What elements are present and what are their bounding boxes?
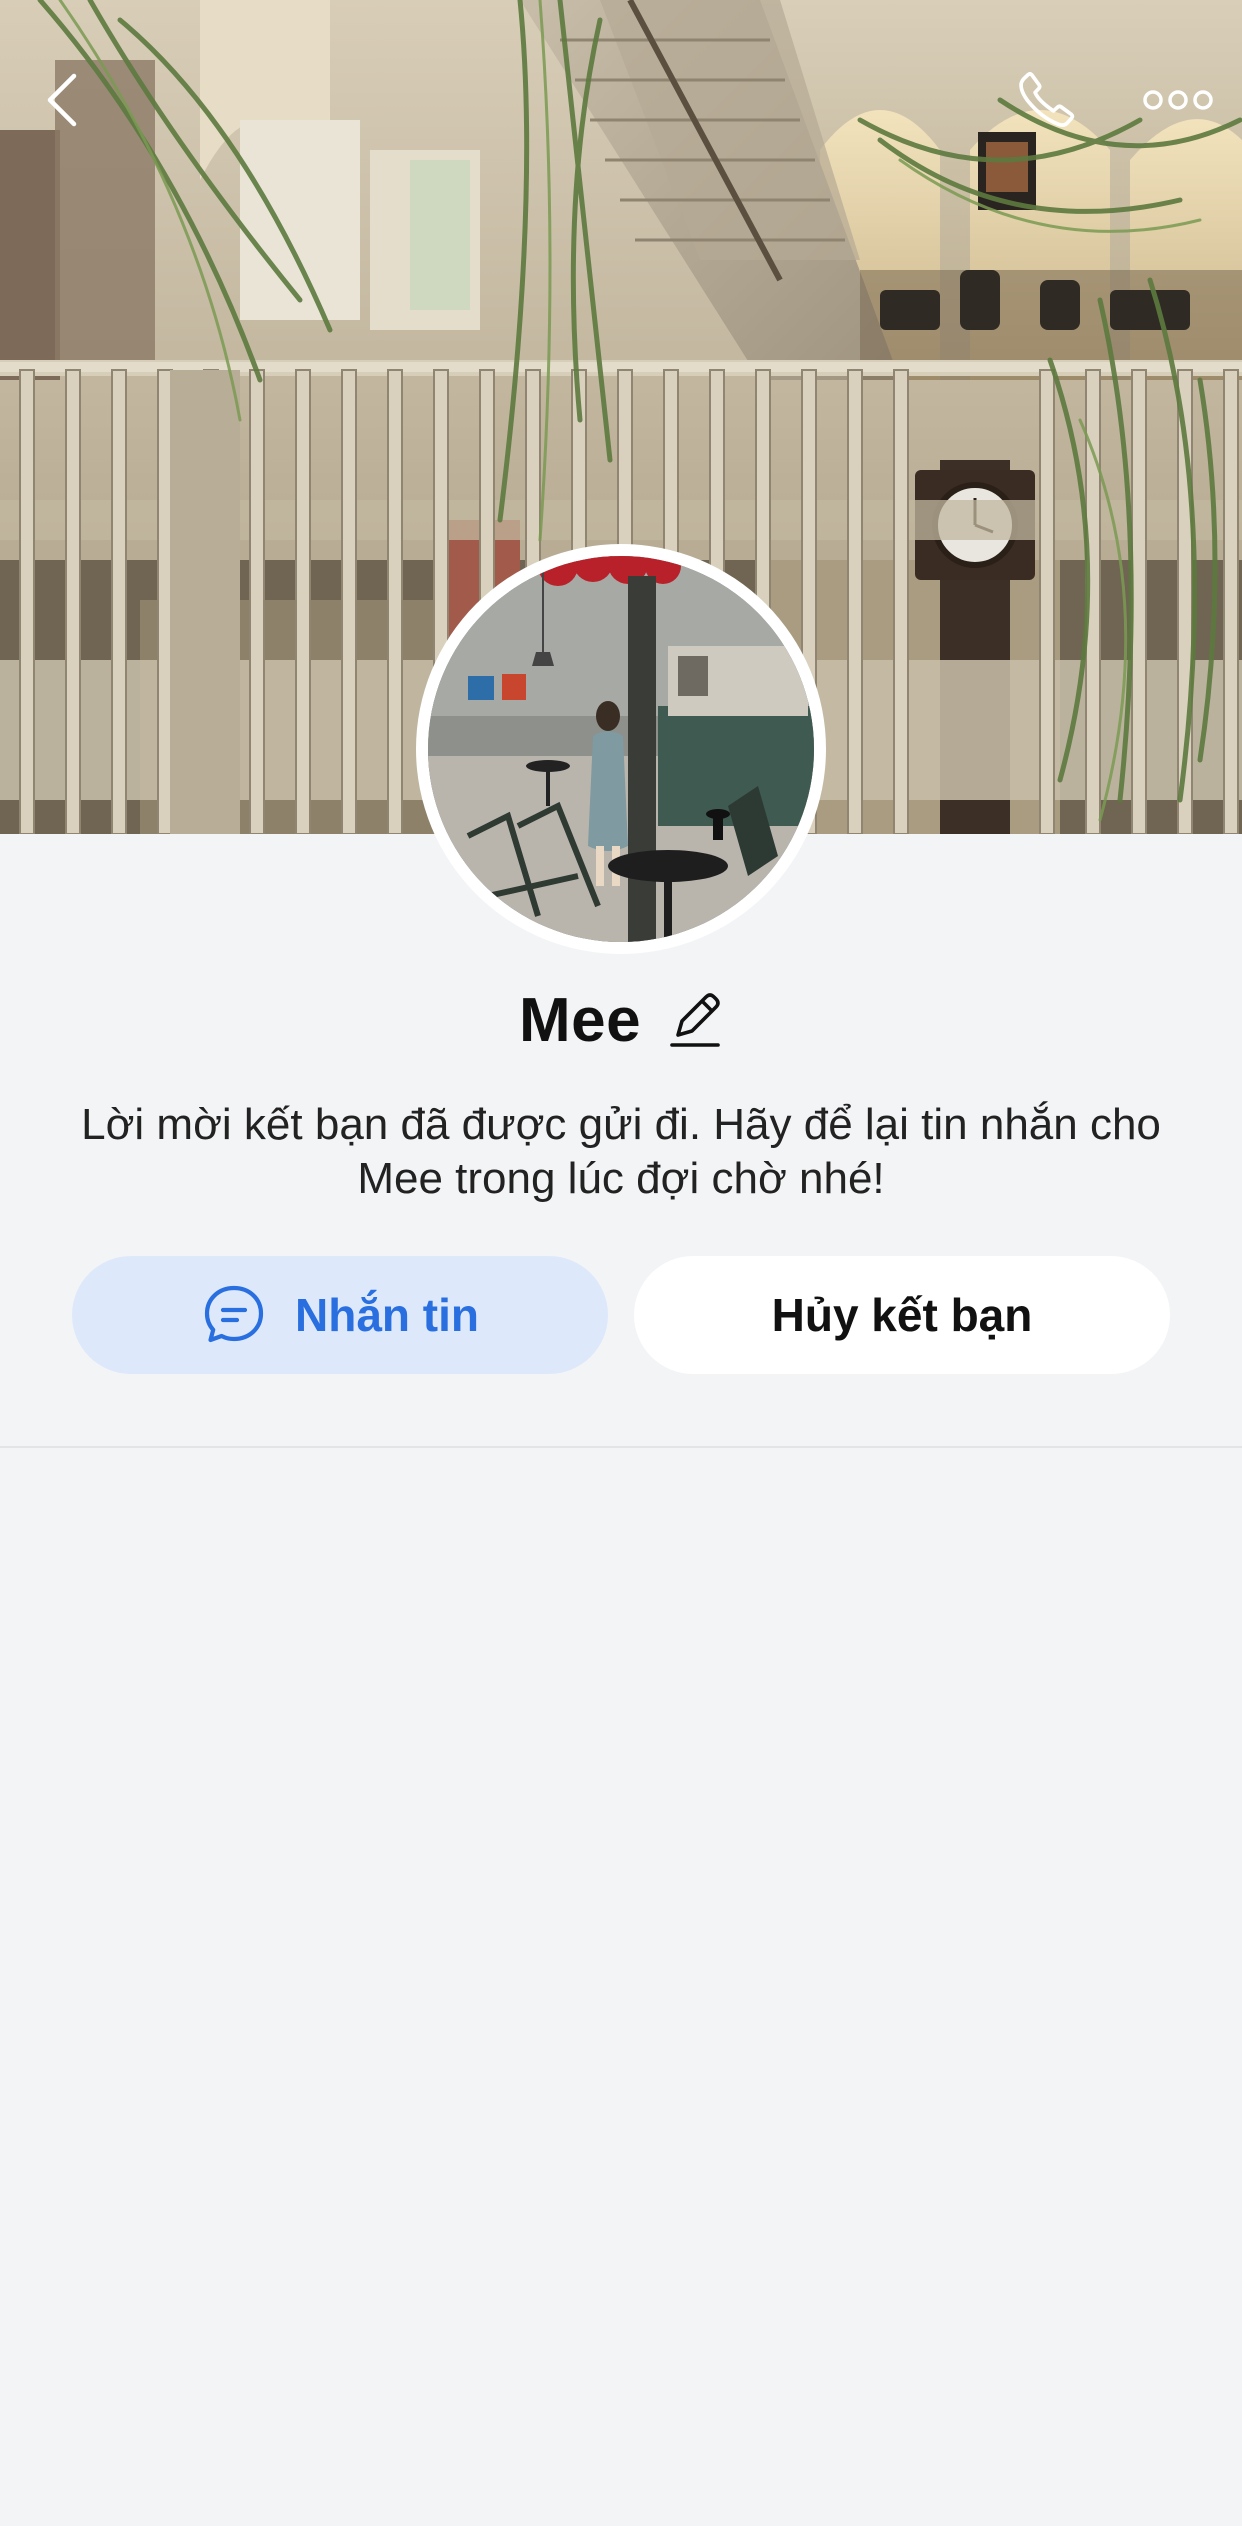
edit-name-button[interactable] (667, 988, 723, 1052)
profile-name-row: Mee (0, 980, 1242, 1060)
more-dots-icon (1143, 90, 1213, 110)
more-options-button[interactable] (1130, 60, 1226, 140)
phone-icon (1019, 72, 1075, 127)
chevron-left-icon (47, 73, 77, 127)
chat-bubble-icon (204, 1285, 264, 1343)
cancel-friend-request-button[interactable]: Hủy kết bạn (634, 1256, 1170, 1374)
friend-request-status: Lời mời kết bạn đã được gửi đi. Hãy để l… (81, 1100, 1161, 1203)
message-button[interactable]: Nhắn tin (72, 1256, 608, 1374)
pencil-icon (670, 993, 720, 1047)
profile-name: Mee (518, 985, 642, 1055)
avatar-photo (428, 556, 814, 942)
section-divider (0, 1446, 1242, 1448)
message-button-label: Nhắn tin (295, 1289, 479, 1341)
profile-screen: Mee Lời mời kết bạn đã được gửi đi. Hãy … (0, 0, 1242, 2526)
cancel-friend-request-label: Hủy kết bạn (771, 1289, 1033, 1341)
back-button[interactable] (30, 60, 94, 140)
avatar[interactable] (416, 544, 826, 954)
call-button[interactable] (1006, 60, 1086, 140)
